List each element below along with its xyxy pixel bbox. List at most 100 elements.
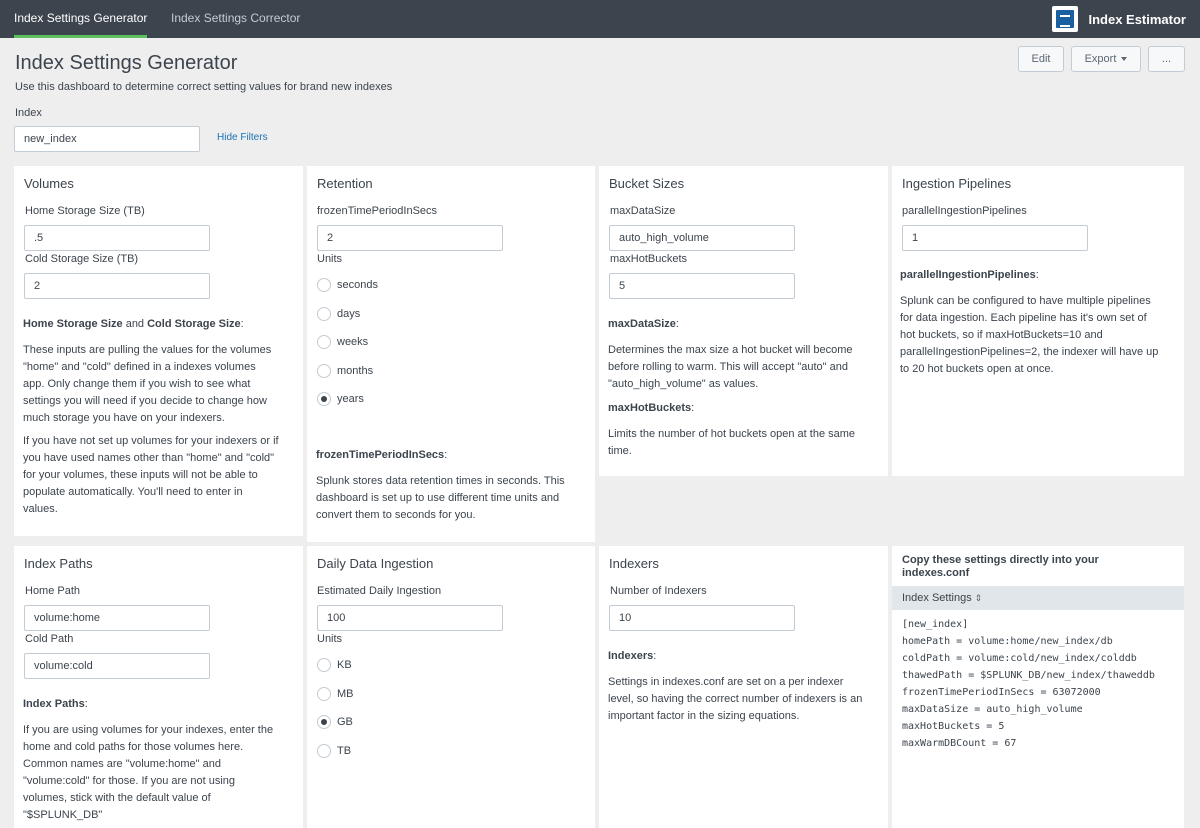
max-hot-buckets-input[interactable]: 5: [609, 273, 795, 299]
help-line: These inputs are pulling the values for …: [23, 344, 272, 356]
radio-label: days: [337, 308, 361, 320]
radio-label: years: [337, 393, 364, 405]
help-line: time.: [608, 445, 632, 457]
panel-title: Volumes: [24, 176, 74, 191]
number-of-indexers-label: Number of Indexers: [610, 585, 707, 597]
max-hot-buckets-label: maxHotBuckets: [610, 253, 688, 265]
radio-label: seconds: [337, 279, 378, 291]
panel-title: Retention: [317, 176, 373, 191]
settings-line: [new_index]: [902, 619, 969, 630]
help-colon: :: [1035, 269, 1039, 281]
help-line: Splunk can be configured to have multipl…: [900, 295, 1151, 307]
help-line: If you have not set up volumes for your …: [23, 435, 279, 447]
radio-dot: [317, 744, 331, 758]
max-data-size-input[interactable]: auto_high_volume: [609, 225, 795, 251]
caret-down-icon: [1121, 57, 1128, 62]
radio-label: weeks: [337, 336, 369, 348]
maxhotbuckets-help-heading: maxHotBuckets:: [608, 402, 694, 414]
help-line: volumes, stick with the default value of: [23, 792, 211, 804]
home-storage-input[interactable]: .5: [24, 225, 210, 251]
help-line: values.: [23, 503, 58, 515]
frozen-time-input[interactable]: 2: [317, 225, 503, 251]
estimated-ingestion-input[interactable]: 100: [317, 605, 503, 631]
help-line: dashboard is set up to use different tim…: [316, 492, 560, 504]
indexers-help-heading: Indexers:: [608, 650, 656, 662]
settings-line: maxDataSize = auto_high_volume: [902, 704, 1083, 715]
hide-filters-link[interactable]: Hide Filters: [217, 132, 268, 143]
help-colon: :: [653, 650, 657, 662]
parallel-pipelines-label: parallelIngestionPipelines: [902, 205, 1027, 217]
settings-line: maxWarmDBCount = 67: [902, 738, 1017, 749]
more-actions-button[interactable]: ...: [1148, 46, 1185, 72]
help-line: parallelIngestionPipelines=2, the indexe…: [900, 346, 1159, 358]
copy-settings-title: Copy these settings directly into your i…: [902, 554, 1099, 579]
number-of-indexers-input[interactable]: 10: [609, 605, 795, 631]
help-colon: :: [444, 449, 448, 461]
radio-dot-selected: [317, 392, 331, 406]
paths-help-heading: Index Paths:: [23, 698, 88, 710]
cold-path-input[interactable]: volume:cold: [24, 653, 210, 679]
max-data-size-label: maxDataSize: [610, 205, 676, 217]
tab-index-settings-corrector[interactable]: Index Settings Corrector: [171, 0, 300, 38]
help-line: for your volumes, these inputs will not …: [23, 469, 258, 481]
panel-ingestion-pipelines: Ingestion Pipelines parallelIngestionPip…: [892, 166, 1184, 476]
index-input[interactable]: new_index: [14, 126, 200, 152]
export-button[interactable]: Export: [1071, 46, 1141, 72]
help-line: you have used names other than "home" an…: [23, 452, 275, 464]
settings-line: coldPath = volume:cold/new_index/colddb: [902, 653, 1137, 664]
panel-title: Ingestion Pipelines: [902, 176, 1012, 191]
app-logo-icon: [1052, 6, 1079, 32]
home-storage-label: Home Storage Size (TB): [25, 205, 145, 217]
home-path-input[interactable]: volume:home: [24, 605, 210, 631]
help-bold: maxDataSize: [608, 318, 676, 330]
paths-help-text: If you are using volumes for your indexe…: [23, 722, 273, 824]
help-and: and: [122, 318, 148, 330]
help-line: Limits the number of hot buckets open at…: [608, 428, 856, 440]
help-line: "$SPLUNK_DB": [23, 809, 103, 821]
panel-retention: Retention frozenTimePeriodInSecs 2 Units…: [307, 166, 595, 542]
help-line: level, so having the correct number of i…: [608, 693, 863, 705]
frozen-time-label: frozenTimePeriodInSecs: [317, 205, 438, 217]
help-line: for data ingestion. Each pipeline has it…: [900, 312, 1147, 324]
settings-line: thawedPath = $SPLUNK_DB/new_index/thawed…: [902, 670, 1155, 681]
panel-indexers: Indexers Number of Indexers 10 Indexers:…: [599, 546, 888, 828]
home-path-label: Home Path: [25, 585, 81, 597]
export-label: Export: [1084, 53, 1117, 65]
help-line: much storage you have on your indexers.: [23, 412, 225, 424]
maxhotbuckets-help-text: Limits the number of hot buckets open at…: [608, 426, 855, 460]
pipelines-help-heading: parallelIngestionPipelines:: [900, 269, 1039, 281]
help-line: populate automatically. You'll need to e…: [23, 486, 243, 498]
radio-label: KB: [337, 659, 352, 671]
panel-daily-ingestion: Daily Data Ingestion Estimated Daily Ing…: [307, 546, 595, 828]
volumes-help-text-2: If you have not set up volumes for your …: [23, 433, 279, 518]
help-colon: :: [84, 698, 88, 710]
radio-dot: [317, 687, 331, 701]
page-description: Use this dashboard to determine correct …: [15, 81, 393, 93]
estimated-ingestion-label: Estimated Daily Ingestion: [317, 585, 442, 597]
cold-storage-label: Cold Storage Size (TB): [25, 253, 139, 265]
help-line: app. Only change them if you wish to see…: [23, 378, 251, 390]
radio-dot: [317, 307, 331, 321]
sort-icon: ⇕: [974, 593, 983, 603]
help-line: Common names are "volume:home" and: [23, 758, 221, 770]
cold-storage-input[interactable]: 2: [24, 273, 210, 299]
help-line: Settings in indexes.conf are set on a pe…: [608, 676, 844, 688]
units-label: Units: [317, 253, 343, 265]
help-line: "volume:cold" for those. If you are not …: [23, 775, 236, 787]
page-title: Index Settings Generator: [15, 52, 238, 74]
tab-index-settings-generator[interactable]: Index Settings Generator: [14, 0, 148, 38]
help-colon: :: [691, 402, 695, 414]
help-line: "home" and "cold" defined in a indexes v…: [23, 361, 256, 373]
help-bold: Cold Storage Size: [147, 318, 241, 330]
help-colon: :: [240, 318, 244, 330]
index-label: Index: [15, 107, 42, 119]
radio-label: MB: [337, 688, 354, 700]
parallel-pipelines-input[interactable]: 1: [902, 225, 1088, 251]
app-brand[interactable]: Index Estimator: [1052, 5, 1186, 33]
index-settings-column-header[interactable]: Index Settings ⇕: [892, 586, 1184, 610]
help-bold: parallelIngestionPipelines: [900, 269, 1036, 281]
retention-help-text: Splunk stores data retention times in se…: [316, 473, 565, 524]
volumes-help-text: These inputs are pulling the values for …: [23, 342, 271, 427]
radio-label: months: [337, 365, 374, 377]
edit-button[interactable]: Edit: [1018, 46, 1064, 72]
